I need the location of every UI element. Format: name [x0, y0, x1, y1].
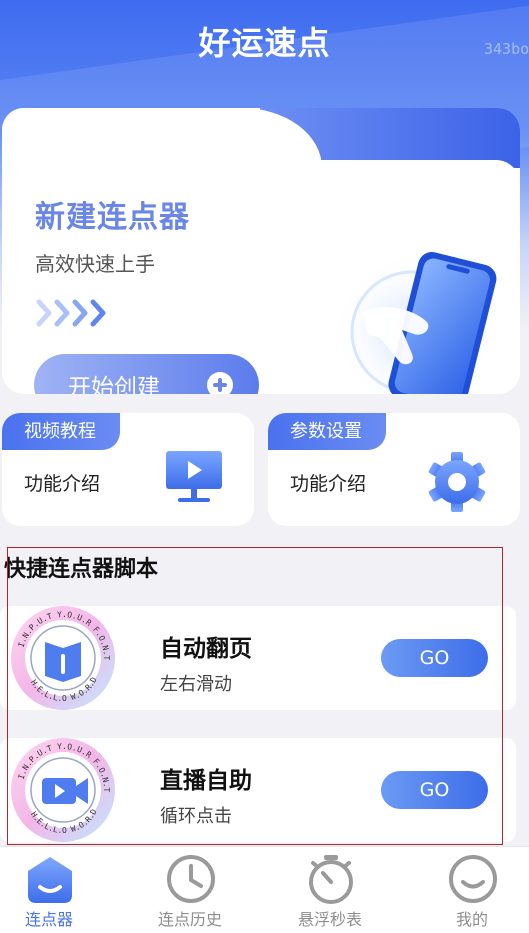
bottom-tab-bar: 连点器 连点历史 悬浮秒表 我的	[0, 846, 529, 933]
tab-label: 悬浮秒表	[297, 910, 362, 929]
script-subtitle: 循环点击	[160, 806, 232, 827]
script-title: 自动翻页	[160, 636, 252, 662]
video-tutorial-desc: 功能介绍	[24, 473, 101, 495]
gear-icon	[428, 452, 486, 512]
script-title: 直播自助	[160, 768, 252, 794]
tab-clicker[interactable]: 连点器	[0, 847, 115, 933]
smile-face-icon	[449, 855, 497, 903]
video-monitor-icon	[166, 451, 222, 502]
script-subtitle: 左右滑动	[160, 674, 232, 695]
tab-label: 连点器	[24, 910, 73, 929]
tab-label: 连点历史	[157, 910, 222, 929]
start-create-label: 开始创建	[68, 375, 160, 394]
start-create-button[interactable]: 开始创建	[34, 354, 259, 394]
hero-subtitle: 高效快速上手	[35, 252, 155, 276]
go-button-live-assist[interactable]: GO	[381, 771, 488, 809]
watermark-text: 343bo	[484, 40, 529, 58]
video-tutorial-card[interactable]: 视频教程 功能介绍	[2, 413, 254, 526]
plus-circle-icon	[207, 372, 233, 394]
hero-corner-mask	[2, 108, 322, 168]
section-title: 快捷连点器脚本	[4, 557, 159, 582]
tab-stopwatch[interactable]: 悬浮秒表	[264, 847, 396, 933]
phone-tap-illustration-icon	[332, 252, 497, 394]
clock-icon	[167, 855, 215, 903]
tab-label: 我的	[455, 910, 488, 929]
stopwatch-icon	[309, 855, 353, 904]
param-settings-tag: 参数设置	[268, 413, 386, 450]
script-row-live-assist[interactable]: I.N.P.U.T Y.O.U.R F.O.N.T H.E.L.L.O W.O.…	[0, 738, 516, 842]
app-title: 好运速点	[198, 24, 331, 62]
home-smile-icon	[28, 857, 72, 903]
go-button-auto-page[interactable]: GO	[381, 639, 488, 677]
param-settings-card[interactable]: 参数设置 功能介绍	[268, 413, 520, 526]
tab-mine[interactable]: 我的	[406, 847, 529, 933]
hero-content: 新建连点器 高效快速上手 开始创建	[2, 160, 520, 394]
chevrons-right-icon	[36, 299, 106, 327]
video-camera-icon: I.N.P.U.T Y.O.U.R F.O.N.T H.E.L.L.O W.O.…	[11, 738, 115, 842]
script-row-auto-page[interactable]: I.N.P.U.T Y.O.U.R F.O.N.T H.E.L.L.O W.O.…	[0, 606, 516, 710]
tab-history[interactable]: 连点历史	[124, 847, 256, 933]
param-settings-desc: 功能介绍	[290, 473, 367, 495]
hero-title: 新建连点器	[35, 200, 190, 235]
new-clicker-card[interactable]: 新建连点器 高效快速上手 开始创建	[2, 108, 520, 394]
video-tutorial-tag: 视频教程	[2, 413, 120, 450]
book-icon: I.N.P.U.T Y.O.U.R F.O.N.T H.E.L.L.O W.O.…	[11, 606, 115, 710]
